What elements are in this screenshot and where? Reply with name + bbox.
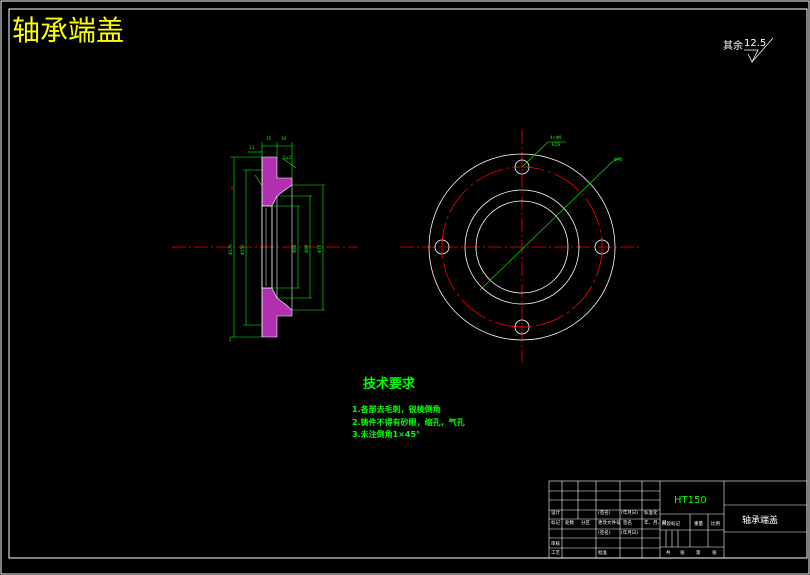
tb-weight: 重量 — [694, 520, 703, 527]
cad-drawing: 轴承端盖 其余 12.5 15 10 13 5×2 Φ176 Φ150 Φ84 … — [0, 0, 810, 575]
dim-d99: Φ99 — [304, 244, 309, 253]
bore-diameter-label: Φ96 — [614, 157, 623, 162]
tb-standard: 标准化 — [644, 509, 658, 516]
tb-count: 处数 — [565, 519, 574, 526]
front-view: 4×Φ9 EQS Φ96 — [400, 130, 640, 362]
tb-mark: 标记 — [551, 519, 560, 526]
svg-text:其余: 其余 — [723, 39, 743, 52]
tb-stage: 阶段标记 — [662, 520, 680, 527]
material-label: HT150 — [674, 495, 707, 506]
drawing-title: 轴承端盖 — [12, 14, 124, 47]
dim-d70: Φ70 — [317, 244, 322, 253]
dim-d84: Φ84 — [292, 244, 297, 253]
dim-d176: Φ176 — [228, 244, 233, 255]
tb-sheet-unit-2: 张 — [712, 549, 717, 556]
tb-design-date: (年月日) — [621, 509, 638, 516]
tb-design-sign: (签名) — [598, 509, 611, 516]
tech-requirements: 技术要求 1.各部去毛刺，锐棱倒角 2.铸件不得有砂眼，缩孔，气孔 3.未注倒角… — [352, 376, 465, 439]
dim-left-13: 13 — [249, 145, 255, 150]
tb-zone: 分区 — [581, 519, 590, 526]
tech-item-3: 3.未注倒角1×45° — [352, 429, 420, 439]
tb-design: 设计 — [551, 509, 560, 516]
tech-item-2: 2.铸件不得有砂眼，缩孔，气孔 — [352, 417, 465, 427]
svg-text:12.5: 12.5 — [744, 38, 766, 49]
dim-top-10: 10 — [281, 136, 287, 141]
side-view: 15 10 13 5×2 Φ176 Φ150 Φ84 Φ99 Φ70 — [172, 136, 358, 342]
tb-std-sign: (签名) — [598, 529, 611, 536]
hole-label-eqs: EQS — [552, 142, 561, 147]
part-name-label: 轴承端盖 — [742, 514, 778, 526]
tb-review: 审核 — [551, 540, 560, 547]
tb-sheet-total: 共 — [666, 549, 671, 556]
tb-approve: 批准 — [598, 549, 607, 556]
tb-std-date: (年月日) — [621, 529, 638, 536]
outer-border — [0, 0, 810, 575]
tb-sign: 签名 — [623, 519, 632, 526]
tech-heading: 技术要求 — [363, 376, 416, 392]
inner-frame — [8, 8, 808, 559]
tb-change-doc: 更改文件号 — [598, 519, 621, 526]
tb-sheet-no: 第 — [696, 549, 701, 556]
dim-top-15: 15 — [266, 136, 272, 141]
roughness-symbol — [744, 49, 759, 63]
dim-chamfer: 5×2 — [283, 155, 292, 160]
tb-process: 工艺 — [551, 550, 560, 556]
tech-item-1: 1.各部去毛刺，锐棱倒角 — [352, 404, 441, 414]
dim-d150: Φ150 — [240, 244, 245, 255]
roughness-note: 其余 12.5 — [723, 37, 774, 63]
tb-sheet-unit-1: 张 — [680, 549, 685, 556]
tb-scale: 比例 — [711, 520, 720, 527]
hole-label: 4×Φ9 — [550, 135, 562, 140]
